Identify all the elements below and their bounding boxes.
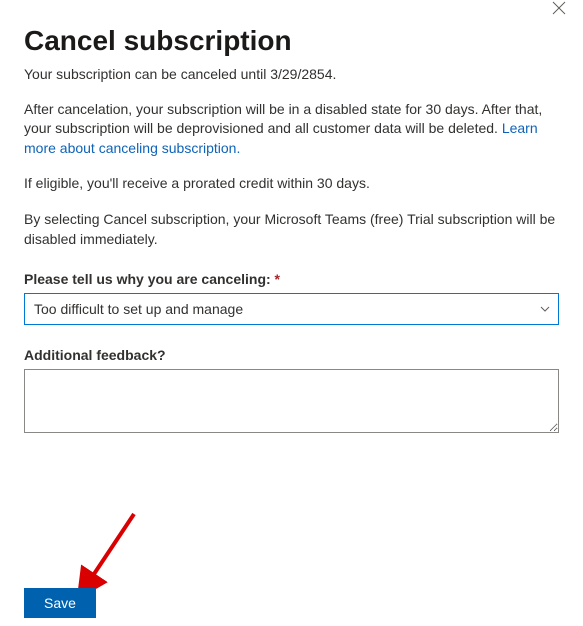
- required-asterisk: *: [275, 271, 280, 287]
- subhead-text: Your subscription can be canceled until …: [24, 66, 559, 82]
- page-title: Cancel subscription: [24, 24, 559, 58]
- reason-select-wrapper: Too difficult to set up and manage: [24, 293, 559, 325]
- footer: Save: [24, 588, 96, 618]
- reason-select[interactable]: Too difficult to set up and manage: [24, 293, 559, 325]
- prorated-credit-para: If eligible, you'll receive a prorated c…: [24, 174, 559, 194]
- cancelation-info-para: After cancelation, your subscription wil…: [24, 100, 559, 159]
- close-button[interactable]: [547, 0, 571, 20]
- arrow-annotation: [76, 508, 146, 598]
- cancel-subscription-panel: Cancel subscription Your subscription ca…: [0, 0, 583, 433]
- close-icon: [552, 1, 566, 15]
- save-button[interactable]: Save: [24, 588, 96, 618]
- feedback-wrapper: [24, 369, 559, 433]
- disable-notice-para: By selecting Cancel subscription, your M…: [24, 210, 559, 249]
- reason-select-value: Too difficult to set up and manage: [34, 301, 243, 317]
- feedback-textarea[interactable]: [24, 369, 559, 433]
- reason-label-text: Please tell us why you are canceling:: [24, 271, 271, 287]
- feedback-label: Additional feedback?: [24, 347, 559, 363]
- cancelation-info-text: After cancelation, your subscription wil…: [24, 101, 542, 137]
- reason-label: Please tell us why you are canceling: *: [24, 271, 559, 287]
